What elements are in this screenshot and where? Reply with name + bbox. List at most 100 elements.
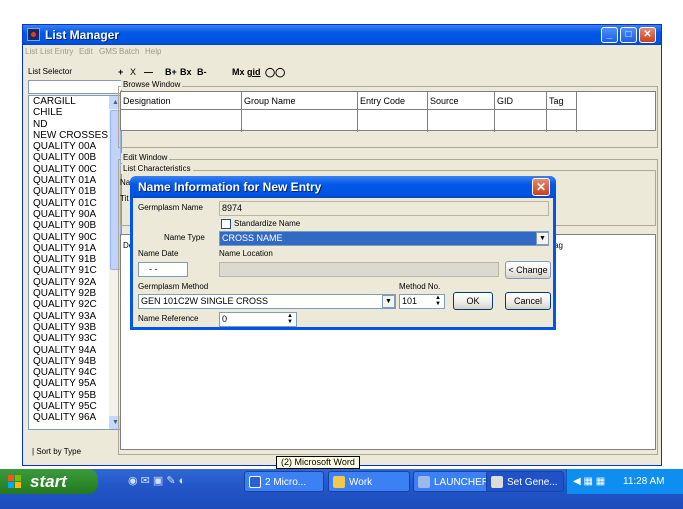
list-item[interactable]: QUALITY 91A <box>29 243 109 254</box>
browse-col-gid: GID <box>495 92 547 132</box>
task-set-gene[interactable]: Set Gene... <box>486 471 564 492</box>
name-information-dialog: Name Information for New Entry ✕ Germpla… <box>130 176 556 330</box>
dialog-close-button[interactable]: ✕ <box>532 178 550 196</box>
list-item[interactable]: QUALITY 93B <box>29 322 109 333</box>
word-icon <box>249 476 261 488</box>
list-item[interactable]: QUALITY 95B <box>29 390 109 401</box>
column-header[interactable]: Source <box>428 92 494 110</box>
list-item[interactable]: QUALITY 96A <box>29 412 109 423</box>
name-date-field[interactable]: - - <box>138 262 188 277</box>
list-item[interactable]: QUALITY 00A <box>29 141 109 152</box>
list-item[interactable]: QUALITY 94B <box>29 356 109 367</box>
browse-window-label: Browse Window <box>121 80 183 90</box>
list-item[interactable]: CHILE <box>29 107 109 118</box>
remove-icon[interactable]: — <box>144 66 153 79</box>
germplasm-name-field[interactable]: 8974 <box>219 201 549 216</box>
list-item[interactable]: QUALITY 90B <box>29 220 109 231</box>
list-selector-list[interactable]: CARGILL CHILE ND NEW CROSSES QUALITY 00A QUAL… <box>28 95 122 430</box>
method-no-label: Method No. <box>399 282 441 291</box>
app-icon <box>27 28 40 41</box>
list-item[interactable]: QUALITY 00C <box>29 164 109 175</box>
cancel-button[interactable]: Cancel <box>505 292 551 310</box>
germplasm-method-select[interactable]: GEN 101C2W SINGLE CROSS <box>138 294 396 309</box>
browse-table[interactable]: Designation Group Name Entry Code Source… <box>120 91 656 132</box>
list-item[interactable]: QUALITY 92A <box>29 277 109 288</box>
menu-batch[interactable]: Batch <box>119 45 139 58</box>
browse-col-designation: Designation <box>121 92 242 132</box>
task-word[interactable]: 2 Micro... <box>244 471 324 492</box>
list-selector-input[interactable] <box>28 80 122 94</box>
menu-edit[interactable]: Edit <box>79 45 93 58</box>
mx-button[interactable]: Mx <box>232 66 245 79</box>
minimize-button[interactable]: _ <box>601 27 618 43</box>
gid-button[interactable]: gid <box>247 66 261 79</box>
task-work[interactable]: Work <box>328 471 410 492</box>
name-type-select[interactable]: CROSS NAME <box>219 231 549 246</box>
start-button[interactable]: start <box>0 469 98 494</box>
list-item[interactable]: QUALITY 91B <box>29 254 109 265</box>
binoculars-icon[interactable]: ◯◯ <box>265 66 285 79</box>
column-header[interactable]: Designation <box>121 92 241 110</box>
list-item[interactable]: ND <box>29 119 109 130</box>
menu-list-entry[interactable]: List Entry <box>40 45 73 58</box>
browse-col-source: Source <box>428 92 495 132</box>
name-type-label: Name Type <box>164 233 205 242</box>
change-location-button[interactable]: < Change <box>505 261 551 279</box>
column-header[interactable]: Entry Code <box>358 92 427 110</box>
list-item[interactable]: QUALITY 91C <box>29 265 109 276</box>
add-icon[interactable]: + <box>118 66 123 79</box>
standardize-checkbox[interactable] <box>221 219 231 229</box>
list-item[interactable]: QUALITY 90A <box>29 209 109 220</box>
ok-button[interactable]: OK <box>453 292 493 310</box>
system-tray: ◀ ▦ ▦ 11:28 AM <box>566 469 683 494</box>
column-header[interactable]: GID <box>495 92 546 110</box>
browse-delete-button[interactable]: Bx <box>180 66 192 79</box>
method-no-spinner-icon[interactable]: ▲ ▼ <box>433 295 443 308</box>
delete-icon[interactable]: X <box>130 66 136 79</box>
menu-gms[interactable]: GMS <box>99 45 117 58</box>
list-item[interactable]: CARGILL <box>29 96 109 107</box>
start-label: start <box>30 472 67 491</box>
list-item[interactable]: QUALITY 00B <box>29 152 109 163</box>
list-item[interactable]: QUALITY 01A <box>29 175 109 186</box>
maximize-button[interactable]: □ <box>620 27 637 43</box>
list-items: CARGILL CHILE ND NEW CROSSES QUALITY 00A QUAL… <box>29 96 109 424</box>
column-header[interactable]: Group Name <box>242 92 357 110</box>
germplasm-method-label: Germplasm Method <box>138 282 209 291</box>
name-type-dropdown-icon[interactable]: ▼ <box>536 232 549 245</box>
sort-by-type[interactable]: | Sort by Type <box>28 446 122 458</box>
list-item[interactable]: QUALITY 93C <box>29 333 109 344</box>
clock: 11:28 AM <box>623 476 665 487</box>
list-item[interactable]: QUALITY 92C <box>29 299 109 310</box>
list-selector-label: List Selector <box>28 67 73 76</box>
window-title: List Manager <box>45 28 120 42</box>
list-item[interactable]: QUALITY 94A <box>29 345 109 356</box>
quick-launch-icons[interactable]: ◉ ✉ ▣ ✎ ◐ <box>128 474 185 487</box>
list-item[interactable]: QUALITY 92B <box>29 288 109 299</box>
browse-add-button[interactable]: B+ <box>165 66 177 79</box>
name-location-field[interactable] <box>219 262 499 277</box>
list-item[interactable]: QUALITY 94C <box>29 367 109 378</box>
germplasm-method-dropdown-icon[interactable]: ▼ <box>382 295 395 308</box>
name-reference-label: Name Reference <box>138 314 199 323</box>
edit-window-label: Edit Window <box>121 153 170 163</box>
menu-help[interactable]: Help <box>145 45 161 58</box>
task-launcher[interactable]: LAUNCHER <box>413 471 495 492</box>
name-reference-spinner-icon[interactable]: ▲ ▼ <box>285 313 295 326</box>
list-item[interactable]: QUALITY 95A <box>29 378 109 389</box>
close-button[interactable]: ✕ <box>639 27 656 43</box>
menu-list[interactable]: List <box>25 45 37 58</box>
desktop-top <box>0 0 683 24</box>
list-item[interactable]: NEW CROSSES <box>29 130 109 141</box>
list-item[interactable]: QUALITY 01C <box>29 198 109 209</box>
column-header[interactable]: Tag <box>547 92 576 110</box>
list-item[interactable]: QUALITY 90C <box>29 232 109 243</box>
title-bar[interactable]: List Manager _ □ ✕ <box>23 25 661 45</box>
list-item[interactable]: QUALITY 95C <box>29 401 109 412</box>
list-item[interactable]: QUALITY 93A <box>29 311 109 322</box>
tray-icons[interactable]: ◀ ▦ ▦ <box>573 469 605 494</box>
dialog-title-bar[interactable]: Name Information for New Entry ✕ <box>130 176 556 198</box>
list-item[interactable]: QUALITY 01B <box>29 186 109 197</box>
browse-remove-button[interactable]: B- <box>197 66 207 79</box>
task-label: 2 Micro... <box>265 477 307 488</box>
